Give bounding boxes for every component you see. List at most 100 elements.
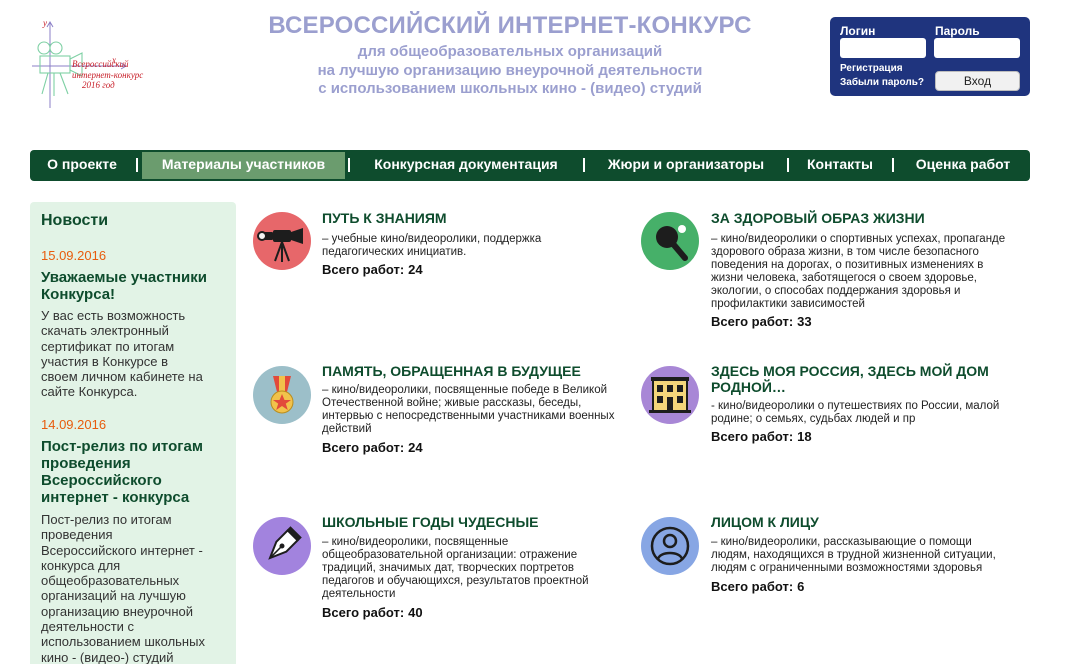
password-input[interactable] [934, 38, 1020, 58]
category-title[interactable]: ЗА ЗДОРОВЫЙ ОБРАЗ ЖИЗНИ [711, 210, 925, 226]
ping-pong-icon [641, 212, 699, 270]
category-description-line: – кино/видеоролики о спортивных успехах,… [711, 233, 1006, 245]
news-headline-line: Пост-релиз по итогам [41, 438, 203, 455]
category-count-value: 24 [408, 262, 423, 277]
site-title-main: ВСЕРОССИЙСКИЙ ИНТЕРНЕТ-КОНКУРС [268, 12, 752, 39]
nav-separator [892, 158, 894, 172]
category-description-line: традиций, значимых дат, творческих портр… [322, 561, 574, 574]
category-title[interactable]: ШКОЛЬНЫЕ ГОДЫ ЧУДЕСНЫЕ [322, 514, 539, 530]
category-icon-health[interactable] [641, 212, 699, 270]
nav-item-evaluation[interactable]: Оценка работ [913, 150, 1013, 181]
category-count-label: Всего работ: [322, 440, 405, 455]
category-icon-face-to-face[interactable] [641, 517, 699, 575]
category-description-line: – кино/видеоролики, рассказывающие о пом… [711, 536, 972, 548]
news-body-line: сертификат по итогам [41, 338, 175, 354]
nav-item-about[interactable]: О проекте [40, 150, 124, 181]
site-subtitle-line-1: для общеобразовательных организаций [357, 43, 663, 60]
news-body-line: организацию внеурочной [41, 603, 193, 619]
category-count-value: 6 [797, 579, 805, 594]
logo-axis-y: y [42, 18, 47, 28]
news-date: 15.09.2016 [41, 248, 107, 263]
category-count-value: 18 [797, 429, 812, 444]
nav-item-jury[interactable]: Жюри и организаторы [606, 150, 766, 181]
category-icon-knowledge[interactable] [253, 212, 311, 270]
category-description-line: – учебные кино/видеоролики, поддержка [322, 233, 542, 245]
category-count-label: Всего работ: [322, 262, 405, 277]
site-subtitle-line-3: с использованием школьных кино - (видео)… [318, 80, 702, 97]
category-title[interactable]: ЗДЕСЬ МОЯ РОССИЯ, ЗДЕСЬ МОЙ ДОМ РОДНОЙ… [711, 363, 989, 395]
category-description-line: педагогических инициатив. [322, 245, 467, 258]
site-subtitle-line-2: на лучшую организацию внеурочной деятель… [317, 61, 703, 79]
category-count: Всего работ: 40 [322, 605, 423, 620]
news-headline-line: Уважаемые участники [41, 269, 207, 286]
login-panel: Логин Пароль Регистрация Забыли пароль? … [830, 17, 1030, 96]
news-headline[interactable]: Пост-релиз по итогам проведения Всеросси… [41, 438, 231, 506]
news-body-line: конкурса для [41, 557, 121, 573]
category-description: - кино/видеоролики о путешествиях по Рос… [711, 400, 1051, 426]
nav-item-contacts[interactable]: Контакты [802, 150, 878, 181]
forgot-password-link[interactable]: Забыли пароль? [840, 77, 924, 88]
category-description: – кино/видеоролики, посвященные победе в… [322, 384, 642, 436]
category-description-line: – кино/видеоролики, посвященные [322, 536, 509, 548]
building-icon [641, 366, 699, 424]
news-body-line: кино - (видео-) студий [41, 649, 174, 664]
category-count-label: Всего работ: [322, 605, 405, 620]
news-headline-line: проведения [41, 455, 131, 472]
category-description-line: действий [322, 422, 372, 435]
category-description-line: интервью с непосредственными участниками… [322, 409, 615, 422]
logo-line-1: Всероссийский [72, 59, 129, 69]
news-body-line: организаций на лучшую [41, 588, 186, 604]
news-headline[interactable]: Уважаемые участники Конкурса! [41, 269, 231, 303]
category-icon-school[interactable] [253, 517, 311, 575]
category-description-line: поведения на дорогах, о позитивных измен… [711, 258, 984, 271]
news-headline-line: Всероссийского [41, 472, 162, 489]
category-title[interactable]: ЛИЦОМ К ЛИЦУ [711, 514, 819, 530]
register-link[interactable]: Регистрация [840, 63, 903, 74]
logo-caption: Всероссийский интернет-конкурс 2016 год [72, 59, 143, 91]
news-body-line: Всероссийского интернет - [41, 542, 203, 558]
category-description-line: общеобразовательной организации: отражен… [322, 548, 578, 561]
login-input[interactable] [840, 38, 926, 58]
main-nav: О проекте Материалы участников Конкурсна… [30, 150, 1030, 181]
category-title-line: РОДНОЙ… [711, 379, 786, 395]
nav-item-contest-docs[interactable]: Конкурсная документация [372, 150, 560, 181]
category-count: Всего работ: 6 [711, 579, 804, 594]
news-body-line: своем личном кабинете на [41, 369, 203, 385]
news-body-line: У вас есть возможность [41, 308, 186, 323]
site-subtitle: для общеобразовательных организаций на л… [250, 43, 770, 99]
category-description-line: людям, находящихся в трудной жизненной с… [711, 548, 996, 561]
category-description: – учебные кино/видеоролики, поддержка пе… [322, 233, 632, 259]
category-description: – кино/видеоролики, рассказывающие о пом… [711, 536, 1051, 575]
news-body-line: общеобразовательных [41, 573, 180, 589]
category-icon-russia[interactable] [641, 366, 699, 424]
category-count: Всего работ: 33 [711, 314, 812, 329]
category-icon-memory[interactable] [253, 366, 311, 424]
category-count: Всего работ: 18 [711, 429, 812, 444]
news-body-line: проведения [41, 527, 113, 543]
login-label: Логин [840, 24, 876, 38]
news-headline-line: интернет - конкурса [41, 489, 190, 506]
news-body-line: участия в Конкурсе в [41, 353, 169, 369]
news-title: Новости [41, 212, 109, 229]
category-description-line: профилактики зависимостей [711, 297, 865, 310]
password-label: Пароль [935, 24, 980, 38]
category-title-line: ЗДЕСЬ МОЯ РОССИЯ, ЗДЕСЬ МОЙ ДОМ [711, 363, 989, 379]
category-description-line: деятельности [322, 587, 396, 600]
person-icon [641, 517, 699, 575]
category-description-line: – кино/видеоролики, посвященные победе в… [322, 384, 608, 396]
nav-separator [583, 158, 585, 172]
category-count: Всего работ: 24 [322, 440, 423, 455]
login-submit-button[interactable]: Вход [935, 71, 1020, 91]
medal-icon [253, 366, 311, 424]
camera-icon [253, 212, 311, 270]
category-description-line: педагогов и обучающихся, результатов про… [322, 574, 589, 587]
category-count-label: Всего работ: [711, 314, 794, 329]
category-description-line: людям с ограниченными возможностями здор… [711, 561, 983, 574]
news-date: 14.09.2016 [41, 417, 107, 432]
category-title[interactable]: ПУТЬ К ЗНАНИЯМ [322, 210, 447, 226]
news-sidebar: Новости 15.09.2016 Уважаемые участники К… [30, 202, 236, 664]
news-body: У вас есть возможность скачать электронн… [41, 308, 231, 400]
category-title[interactable]: ПАМЯТЬ, ОБРАЩЕННАЯ В БУДУЩЕЕ [322, 363, 581, 379]
nav-item-participants-materials[interactable]: Материалы участников [142, 152, 345, 179]
logo-line-2: интернет-конкурс [72, 69, 144, 80]
